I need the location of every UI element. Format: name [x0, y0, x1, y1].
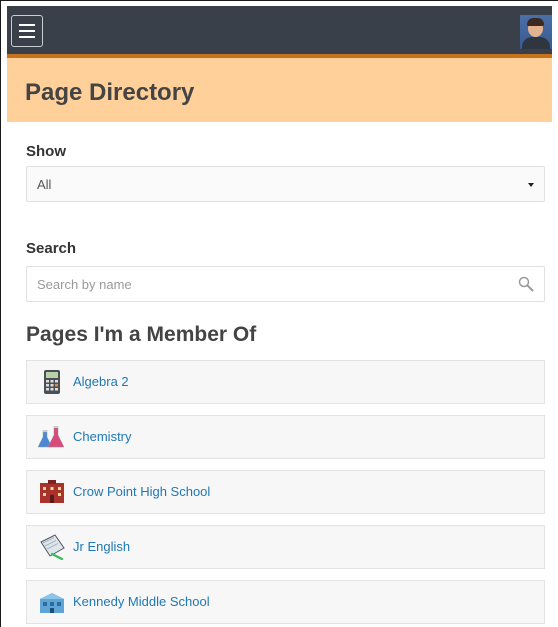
list-item-algebra-2[interactable]: Algebra 2	[26, 360, 545, 404]
magnifier-icon[interactable]	[518, 276, 534, 292]
search-box	[26, 266, 545, 302]
list-item-crow-point-high-school[interactable]: Crow Point High School	[26, 470, 545, 514]
page-title: Page Directory	[25, 79, 195, 106]
list-item-link[interactable]: Jr English	[73, 539, 130, 554]
section-title: Pages I'm a Member Of	[26, 323, 257, 346]
search-label: Search	[26, 240, 77, 257]
top-navigation-bar	[7, 6, 552, 58]
list-item-chemistry[interactable]: Chemistry	[26, 415, 545, 459]
show-label: Show	[26, 143, 66, 160]
list-item-jr-english[interactable]: Jr English	[26, 525, 545, 569]
search-input[interactable]	[27, 267, 517, 301]
notebook-pen-icon	[40, 534, 65, 561]
show-select-value: All	[37, 177, 52, 192]
user-avatar[interactable]	[520, 15, 552, 49]
school-building-icon	[40, 480, 64, 503]
building-icon	[40, 593, 64, 613]
page-title-band: Page Directory	[7, 58, 552, 122]
list-item-link[interactable]: Crow Point High School	[73, 484, 210, 499]
list-item-link[interactable]: Chemistry	[73, 429, 132, 444]
hamburger-menu-icon[interactable]	[11, 15, 43, 47]
list-item-link[interactable]: Kennedy Middle School	[73, 594, 210, 609]
list-item-kennedy-middle-school[interactable]: Kennedy Middle School	[26, 580, 545, 624]
show-select[interactable]: All	[26, 166, 545, 202]
caret-down-icon	[528, 183, 534, 187]
flasks-icon	[37, 426, 65, 448]
calculator-icon	[44, 370, 60, 394]
list-item-link[interactable]: Algebra 2	[73, 374, 129, 389]
